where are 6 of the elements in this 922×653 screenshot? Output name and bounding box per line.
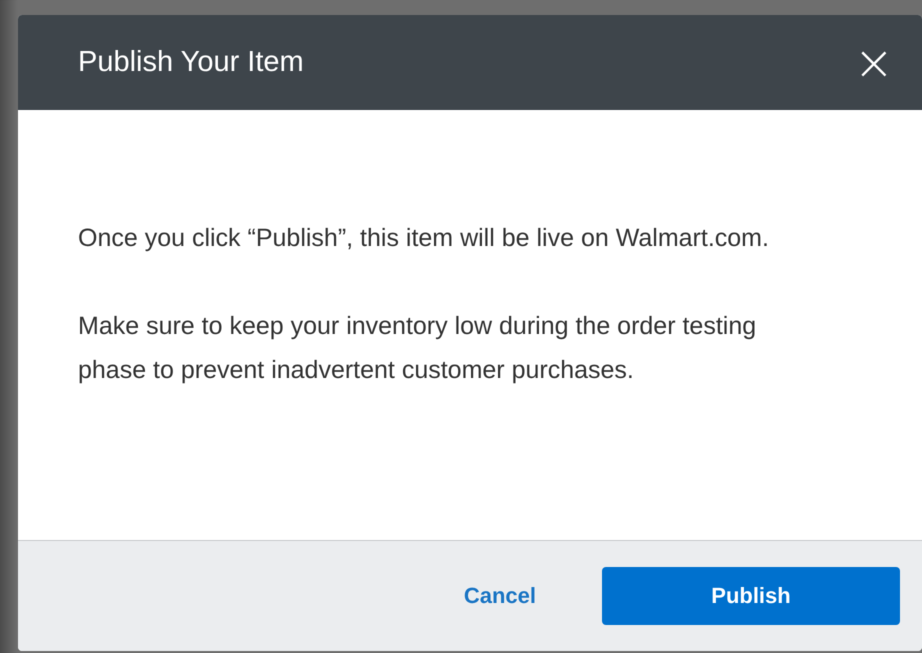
message-text: Make sure to keep your inventory low during the order testing phase to prevent inadvertent customer purchases. — [78, 311, 758, 386]
close-button[interactable]: × — [854, 38, 894, 86]
cancel-link[interactable]: Cancel — [464, 583, 536, 609]
publish-button[interactable]: Publish — [602, 567, 900, 625]
dialog-title: Publish Your Item — [78, 46, 304, 79]
message-text: Once you click “Publish”, this item will be live on Walmart.com. — [78, 223, 770, 254]
